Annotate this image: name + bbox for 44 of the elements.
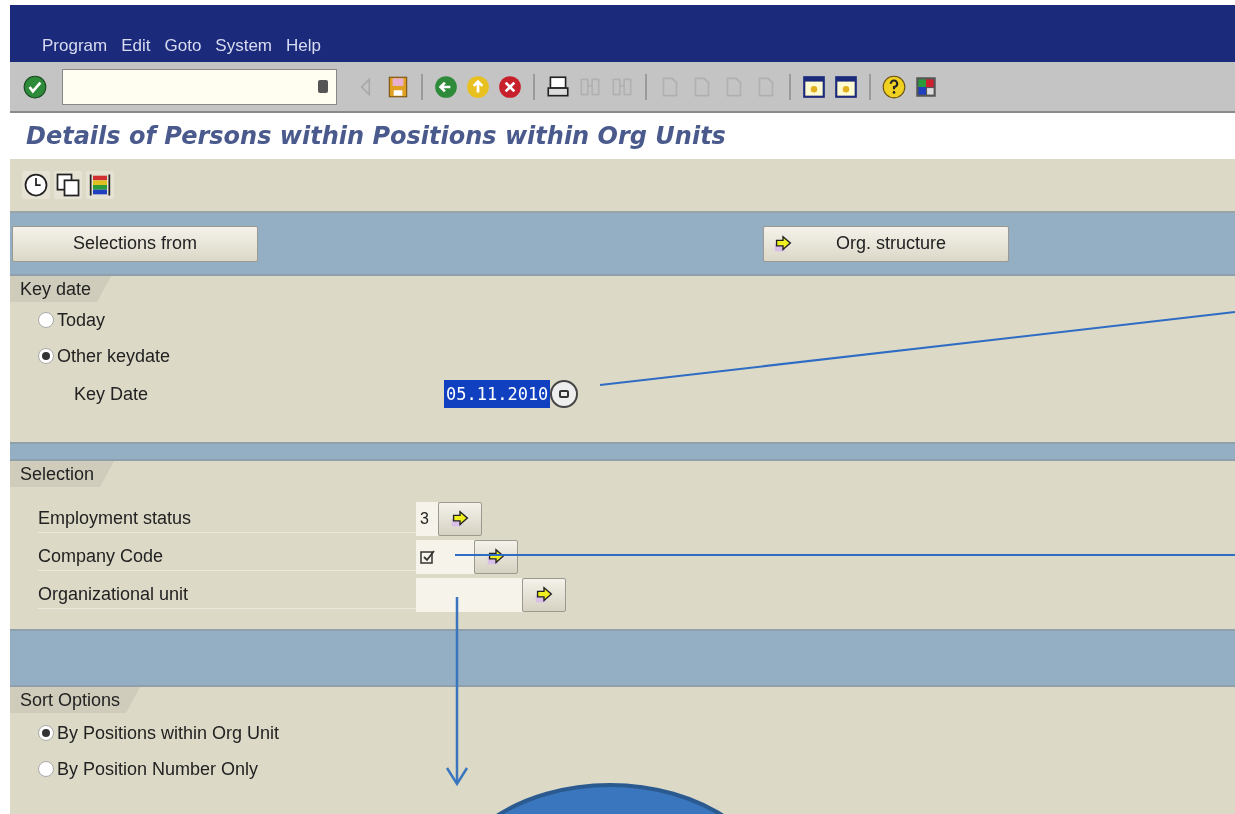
- checkbox-field[interactable]: [416, 540, 474, 574]
- field-label: Employment status: [38, 505, 416, 533]
- menu-item[interactable]: Help: [286, 32, 321, 58]
- calendar-button[interactable]: [550, 380, 579, 408]
- screen-title: Details of Persons within Positions within Org Units: [26, 121, 726, 152]
- enter-icon[interactable]: [22, 73, 48, 100]
- radio-button[interactable]: [38, 725, 54, 741]
- radio-label: By Position Number Only: [57, 757, 259, 781]
- radio-button[interactable]: [38, 348, 54, 364]
- radio-label: Other keydate: [57, 344, 171, 368]
- field-label: Organizational unit: [38, 581, 416, 609]
- menu-item[interactable]: Goto: [164, 32, 202, 58]
- button[interactable]: Selections from: [12, 225, 258, 262]
- copy-icon[interactable]: [54, 171, 82, 199]
- group-title: Selection: [10, 461, 115, 487]
- date-field[interactable]: 05.11.2010: [444, 380, 551, 408]
- help-icon[interactable]: [881, 73, 907, 100]
- color-bars-icon[interactable]: [86, 171, 114, 199]
- radio-button[interactable]: [38, 761, 54, 777]
- checkbox-icon: [420, 549, 436, 565]
- button[interactable]: Org. structure: [763, 225, 1009, 262]
- field-label: Company Code: [38, 543, 416, 571]
- command-field[interactable]: [62, 68, 337, 105]
- input-field[interactable]: [416, 578, 522, 612]
- group-title: Sort Options: [10, 687, 141, 713]
- group-title: Key date: [10, 276, 112, 302]
- history-icon[interactable]: [318, 80, 328, 93]
- back-icon[interactable]: [433, 73, 459, 100]
- menu-item[interactable]: Program: [42, 32, 108, 58]
- arrow-button[interactable]: [474, 540, 518, 574]
- arrow-button[interactable]: [438, 502, 482, 536]
- menu-item[interactable]: System: [215, 32, 273, 58]
- radio-button[interactable]: [38, 312, 54, 328]
- calendar-icon: [559, 390, 570, 398]
- cancel-icon[interactable]: [497, 73, 523, 100]
- window-icon[interactable]: [833, 73, 859, 100]
- arrow-button[interactable]: [522, 578, 566, 612]
- input-field[interactable]: 3: [416, 502, 438, 536]
- radio-label: By Positions within Org Unit: [57, 721, 280, 745]
- clock-icon[interactable]: [22, 171, 50, 199]
- field-label: Key Date: [74, 382, 150, 406]
- window-icon[interactable]: [801, 73, 827, 100]
- menu-item[interactable]: Edit: [121, 32, 151, 58]
- radio-label: Today: [57, 308, 106, 332]
